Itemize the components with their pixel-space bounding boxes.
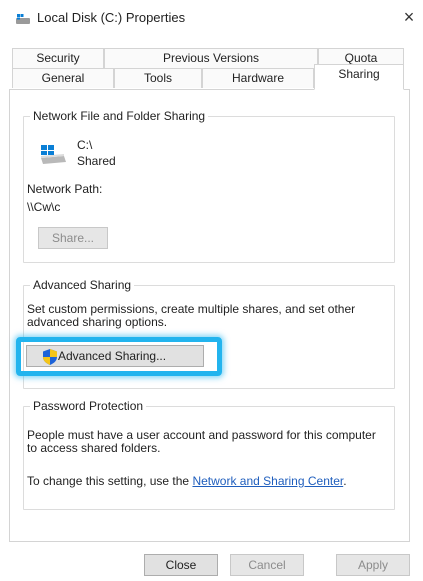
tab-tools[interactable]: Tools [114, 68, 202, 88]
change-setting-suffix: . [343, 474, 347, 488]
network-sharing-group: Network File and Folder Sharing C:\ Shar… [23, 109, 395, 263]
network-path-label: Network Path: [27, 182, 103, 196]
advanced-sharing-description: Set custom permissions, create multiple … [27, 302, 356, 329]
cancel-button[interactable]: Cancel [230, 554, 304, 576]
tab-sharing[interactable]: Sharing [314, 64, 404, 90]
sharing-panel: Network File and Folder Sharing C:\ Shar… [9, 89, 410, 542]
password-protection-group: Password Protection People must have a u… [23, 399, 395, 510]
window-title: Local Disk (C:) Properties [37, 10, 186, 25]
network-path-value: \\Cw\c [27, 200, 61, 214]
advanced-sharing-button-label: Advanced Sharing... [58, 349, 167, 363]
advanced-sharing-button[interactable]: Advanced Sharing... [26, 345, 204, 367]
advanced-sharing-legend: Advanced Sharing [30, 278, 135, 292]
change-setting-prefix: To change this setting, use the [27, 474, 193, 488]
drive-icon [16, 14, 30, 24]
shared-drive-icon [41, 145, 66, 164]
drive-share-status: Shared [77, 154, 116, 168]
tab-general[interactable]: General [12, 68, 114, 88]
apply-button[interactable]: Apply [336, 554, 410, 576]
network-sharing-center-link[interactable]: Network and Sharing Center [192, 474, 343, 488]
close-button[interactable]: Close [144, 554, 218, 576]
network-sharing-legend: Network File and Folder Sharing [30, 109, 209, 123]
tab-security[interactable]: Security [12, 48, 104, 68]
password-protection-description: People must have a user account and pass… [27, 428, 376, 455]
uac-shield-icon [43, 349, 57, 365]
password-protection-legend: Password Protection [30, 399, 147, 413]
tab-previous-versions[interactable]: Previous Versions [104, 48, 318, 68]
drive-name: C:\ [77, 138, 93, 152]
close-window-button[interactable]: × [398, 6, 420, 28]
change-setting-text: To change this setting, use the Network … [27, 475, 392, 488]
advanced-sharing-group: Advanced Sharing Set custom permissions,… [16, 278, 395, 389]
tab-hardware[interactable]: Hardware [202, 68, 314, 88]
share-button[interactable]: Share... [38, 227, 108, 249]
